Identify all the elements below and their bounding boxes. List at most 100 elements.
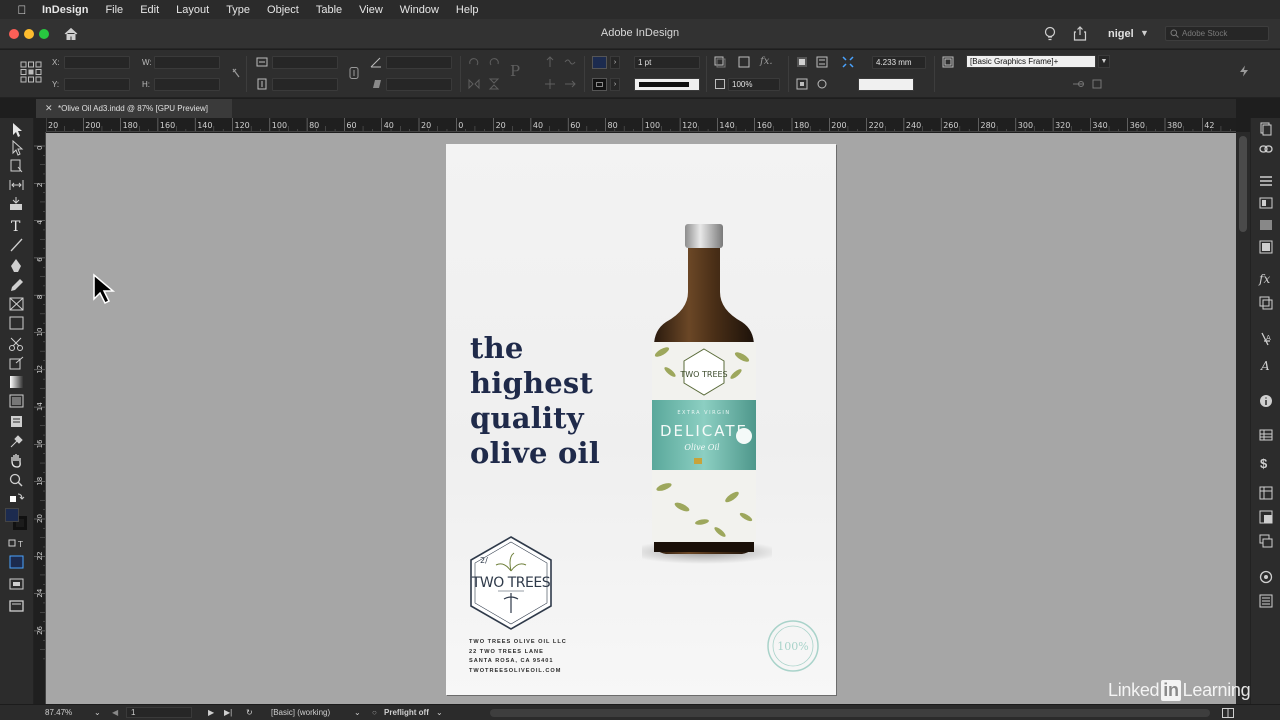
app-menu[interactable]: InDesign	[42, 4, 88, 16]
menu-table[interactable]: Table	[316, 4, 342, 16]
menu-layout[interactable]: Layout	[176, 4, 209, 16]
object-style-dropdown[interactable]: [Basic Graphics Frame]+	[966, 55, 1096, 68]
pen-tool-icon[interactable]	[8, 258, 25, 274]
share-icon[interactable]	[1073, 26, 1087, 41]
table-styles-panel-icon[interactable]	[1259, 486, 1273, 500]
horizontal-ruler[interactable]: 20 200 180 160 140 120 100 80 60 40 20 0 20 40 60 80 100…	[46, 118, 1236, 132]
flip-vertical-icon[interactable]	[488, 78, 500, 90]
shear-angle-icon[interactable]	[370, 78, 382, 90]
scale-x-field[interactable]	[272, 56, 338, 69]
frame-fitting-icon[interactable]	[738, 56, 750, 68]
clear-nonstyle-attributes-icon[interactable]	[1092, 78, 1104, 90]
content-collector-tool-icon[interactable]	[8, 196, 25, 212]
hand-tool-icon[interactable]	[8, 452, 25, 468]
rectangle-frame-tool-icon[interactable]	[8, 296, 25, 312]
stroke-panel-icon[interactable]	[1259, 174, 1273, 188]
split-window-icon[interactable]	[1222, 708, 1234, 718]
effects-panel-icon[interactable]: fx	[1259, 272, 1270, 286]
menu-help[interactable]: Help	[456, 4, 479, 16]
workspace-style[interactable]: [Basic] (working)	[271, 708, 330, 717]
opacity-icon[interactable]	[714, 78, 726, 90]
x-position-field[interactable]	[64, 56, 130, 69]
gradient-feather-tool-icon[interactable]	[8, 393, 25, 409]
height-field[interactable]	[154, 78, 220, 91]
scale-y-icon[interactable]	[256, 78, 268, 90]
fill-stroke-swatches[interactable]	[5, 508, 29, 532]
close-tab-icon[interactable]: ✕	[45, 99, 53, 118]
effects-fx-icon[interactable]: fx.	[760, 56, 773, 67]
align-centers-icon[interactable]	[816, 56, 828, 68]
align-left-edges-icon[interactable]	[796, 56, 808, 68]
rotation-angle-field[interactable]	[386, 56, 452, 69]
scale-x-icon[interactable]	[256, 56, 268, 68]
default-fill-stroke-icon[interactable]	[8, 491, 25, 507]
direct-selection-tool-icon[interactable]	[8, 139, 25, 156]
vertical-scrollbar[interactable]	[1236, 132, 1250, 704]
menu-type[interactable]: Type	[226, 4, 250, 16]
fill-swatch-dropdown[interactable]: ›	[610, 56, 620, 69]
gap-tool-icon[interactable]	[8, 177, 25, 193]
select-container-icon[interactable]	[544, 56, 556, 68]
cell-styles-panel-icon[interactable]	[1259, 510, 1273, 524]
style-chevron-icon[interactable]: ⌄	[354, 708, 361, 717]
info-panel-icon[interactable]	[1259, 394, 1273, 408]
width-field[interactable]	[154, 56, 220, 69]
stroke-swatch-dropdown[interactable]: ›	[610, 78, 620, 91]
last-page-icon[interactable]: ▶|	[224, 708, 232, 717]
drop-shadow-icon[interactable]	[714, 56, 726, 68]
document-tab[interactable]: ✕ *Olive Oil Ad3.indd @ 87% [GPU Preview…	[36, 99, 232, 118]
user-account-menu[interactable]: nigel	[1108, 28, 1134, 40]
olive-oil-bottle-image[interactable]: TWO TREES EXTRA VIRGIN DELICATE Olive Oi…	[642, 222, 772, 636]
screen-mode-icon[interactable]	[8, 598, 25, 614]
menu-window[interactable]: Window	[400, 4, 439, 16]
page-tool-icon[interactable]	[8, 158, 25, 174]
type-tool-icon[interactable]: T	[8, 218, 25, 235]
vertical-ruler[interactable]: 0 2 4 6 8 10 12 14 16 18 20 22 24 26	[34, 132, 46, 704]
preflight-status[interactable]: Preflight off	[384, 708, 429, 717]
gradient-panel-icon[interactable]	[1259, 218, 1273, 232]
next-page-icon[interactable]: ▶	[208, 708, 214, 717]
rectangle-tool-icon[interactable]	[8, 315, 25, 331]
color-panel-icon[interactable]	[1259, 240, 1273, 254]
menu-edit[interactable]: Edit	[140, 4, 159, 16]
flip-horizontal-icon[interactable]	[468, 78, 480, 90]
chevron-down-icon[interactable]: ▼	[1140, 28, 1149, 38]
stroke-color-swatch[interactable]	[592, 78, 607, 91]
apple-menu-icon[interactable]: 	[14, 3, 30, 17]
rotate-clockwise-icon[interactable]	[468, 56, 480, 68]
vertical-scrollbar-thumb[interactable]	[1239, 136, 1247, 232]
character-styles-panel-icon[interactable]: A	[1259, 358, 1273, 372]
refresh-icon[interactable]: ↻	[246, 708, 253, 717]
formatting-affects-container-icon[interactable]: T	[8, 536, 25, 552]
y-position-field[interactable]	[64, 78, 130, 91]
quick-apply-lightning-icon[interactable]	[1238, 65, 1250, 77]
horizontal-scrollbar[interactable]	[490, 709, 1210, 717]
lightbulb-icon[interactable]	[1044, 26, 1056, 42]
color-preview-field[interactable]	[858, 78, 914, 91]
headline-text-frame[interactable]: the highest quality olive oil	[470, 331, 670, 471]
select-previous-object-icon[interactable]	[544, 78, 556, 90]
opacity-field[interactable]: 100%	[728, 78, 780, 91]
scale-y-field[interactable]	[272, 78, 338, 91]
links-panel-icon[interactable]	[1259, 142, 1273, 156]
shear-angle-field[interactable]	[386, 78, 452, 91]
center-content-icon[interactable]	[816, 78, 828, 90]
pencil-tool-icon[interactable]	[8, 277, 25, 293]
auto-fit-icon[interactable]	[842, 56, 854, 68]
select-next-object-icon[interactable]	[564, 78, 576, 90]
menu-view[interactable]: View	[359, 4, 383, 16]
paragraph-styles-panel-icon[interactable]: A	[1259, 332, 1273, 346]
stroke-weight-field[interactable]: 1 pt	[634, 56, 700, 69]
zoom-tool-icon[interactable]	[8, 472, 25, 488]
free-transform-tool-icon[interactable]	[8, 355, 25, 371]
text-wrap-panel-icon[interactable]	[1259, 594, 1273, 608]
preflight-chevron-icon[interactable]: ⌄	[436, 708, 443, 717]
page-number-field[interactable]: 1	[126, 707, 192, 718]
selection-tool-icon[interactable]	[8, 122, 25, 138]
zoom-level-field[interactable]: 87.47%	[45, 708, 72, 717]
ruler-origin[interactable]	[34, 118, 46, 132]
clear-overrides-icon[interactable]	[1072, 78, 1084, 90]
select-content-icon[interactable]	[564, 56, 576, 68]
dollar-sign-icon[interactable]: $	[1260, 456, 1267, 471]
rotate-counterclockwise-icon[interactable]	[488, 56, 500, 68]
